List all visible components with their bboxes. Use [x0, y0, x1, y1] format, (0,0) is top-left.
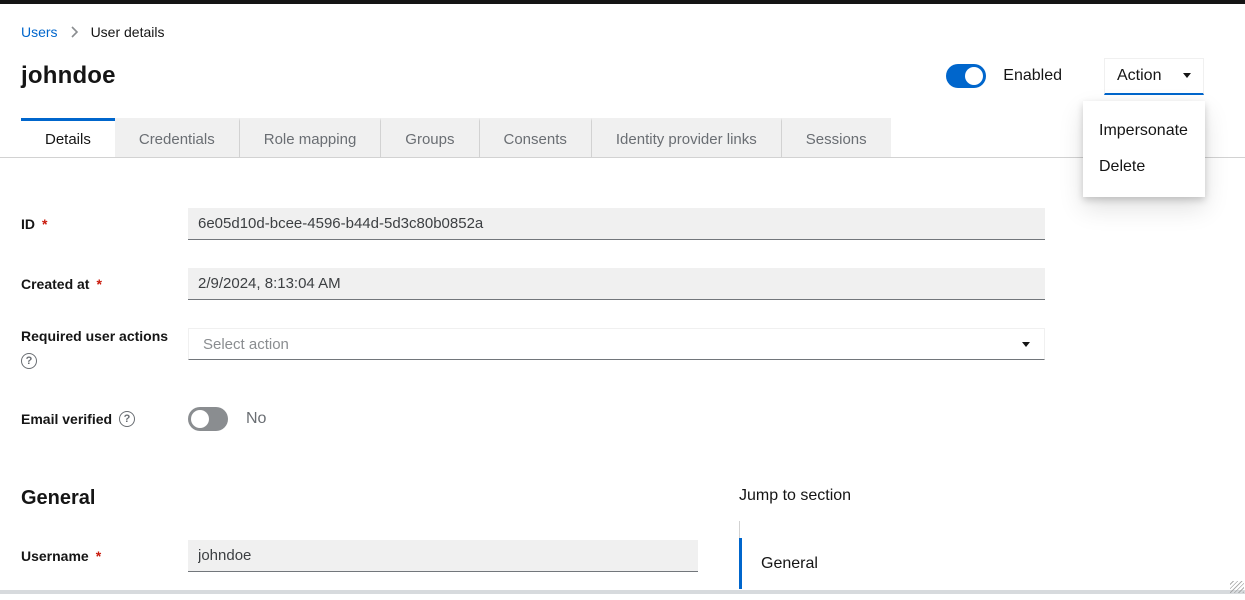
general-section: General Username * Jump to section Gener…	[21, 487, 1245, 600]
required-indicator: *	[96, 548, 101, 564]
required-user-actions-label-stack: Required user actions ?	[21, 328, 188, 369]
header-actions: Enabled Action Impersonate Delete	[946, 58, 1204, 95]
help-icon[interactable]: ?	[21, 353, 37, 369]
created-at-field-wrap	[188, 268, 1045, 300]
tab-credentials[interactable]: Credentials	[115, 118, 239, 157]
email-verified-value: No	[246, 410, 266, 428]
required-user-actions-label: Required user actions	[21, 328, 188, 344]
email-verified-toggle[interactable]	[188, 407, 228, 431]
created-at-field-row: Created at *	[21, 268, 1245, 300]
created-at-label: Created at *	[21, 276, 188, 292]
window-bottom-edge	[0, 590, 1245, 594]
toggle-knob	[965, 67, 983, 85]
required-user-actions-label-text: Required user actions	[21, 328, 168, 344]
id-label: ID *	[21, 216, 188, 232]
email-verified-label: Email verified ?	[21, 411, 188, 427]
required-user-actions-row: Required user actions ? Select action	[21, 328, 1245, 369]
enabled-toggle[interactable]	[946, 64, 986, 88]
tab-sessions[interactable]: Sessions	[781, 118, 891, 157]
jump-to-section-heading: Jump to section	[739, 487, 858, 505]
required-indicator: *	[42, 216, 47, 232]
menu-item-impersonate[interactable]: Impersonate	[1083, 113, 1205, 149]
action-dropdown-label: Action	[1117, 67, 1161, 85]
tab-identity-provider-links[interactable]: Identity provider links	[591, 118, 781, 157]
email-verified-row: Email verified ? No	[21, 407, 1245, 431]
user-tabs: Details Credentials Role mapping Groups …	[0, 118, 1245, 158]
window-resize-handle[interactable]	[1230, 581, 1244, 593]
menu-item-delete[interactable]: Delete	[1083, 149, 1205, 185]
general-section-heading: General	[21, 487, 739, 510]
user-details-page: Users User details johndoe Enabled Actio…	[0, 24, 1245, 600]
created-at-input[interactable]	[188, 268, 1045, 300]
created-at-label-text: Created at	[21, 276, 89, 292]
required-user-actions-field-wrap: Select action	[188, 328, 1045, 360]
breadcrumb-users-link[interactable]: Users	[21, 24, 58, 40]
required-user-actions-select[interactable]: Select action	[188, 328, 1045, 360]
chevron-right-icon	[70, 26, 79, 38]
chevron-down-icon	[1183, 73, 1191, 78]
jump-to-section-panel: Jump to section General	[739, 487, 858, 600]
action-dropdown-menu: Impersonate Delete	[1083, 101, 1205, 197]
general-form: General Username *	[21, 487, 739, 600]
help-icon[interactable]: ?	[119, 411, 135, 427]
tab-role-mapping[interactable]: Role mapping	[239, 118, 381, 157]
username-field-row: Username *	[21, 540, 739, 572]
tab-details[interactable]: Details	[21, 118, 115, 157]
page-header: johndoe Enabled Action Impersonate Delet…	[21, 56, 1245, 96]
top-window-bar	[0, 0, 1245, 4]
username-field-wrap	[188, 540, 698, 572]
username-input[interactable]	[188, 540, 698, 572]
jump-links-list: General	[739, 521, 858, 589]
required-indicator: *	[96, 276, 101, 292]
id-input[interactable]	[188, 208, 1045, 240]
jump-link-general[interactable]: General	[739, 538, 858, 589]
email-verified-control: No	[188, 407, 266, 431]
id-field-row: ID *	[21, 208, 1245, 240]
page-title: johndoe	[21, 62, 116, 90]
enabled-toggle-label: Enabled	[1003, 67, 1062, 85]
details-form: ID * Created at * Required user actions …	[21, 208, 1245, 431]
id-field-wrap	[188, 208, 1045, 240]
tab-groups[interactable]: Groups	[380, 118, 478, 157]
email-verified-label-text: Email verified	[21, 411, 112, 427]
username-label: Username *	[21, 548, 188, 564]
action-dropdown: Action Impersonate Delete	[1104, 58, 1204, 95]
username-label-text: Username	[21, 548, 89, 564]
action-dropdown-button[interactable]: Action	[1104, 58, 1204, 95]
id-label-text: ID	[21, 216, 35, 232]
breadcrumb-current-page: User details	[91, 24, 165, 40]
select-placeholder: Select action	[203, 336, 289, 353]
breadcrumb: Users User details	[21, 24, 1245, 40]
tab-consents[interactable]: Consents	[479, 118, 591, 157]
toggle-knob	[191, 410, 209, 428]
chevron-down-icon	[1022, 342, 1030, 347]
